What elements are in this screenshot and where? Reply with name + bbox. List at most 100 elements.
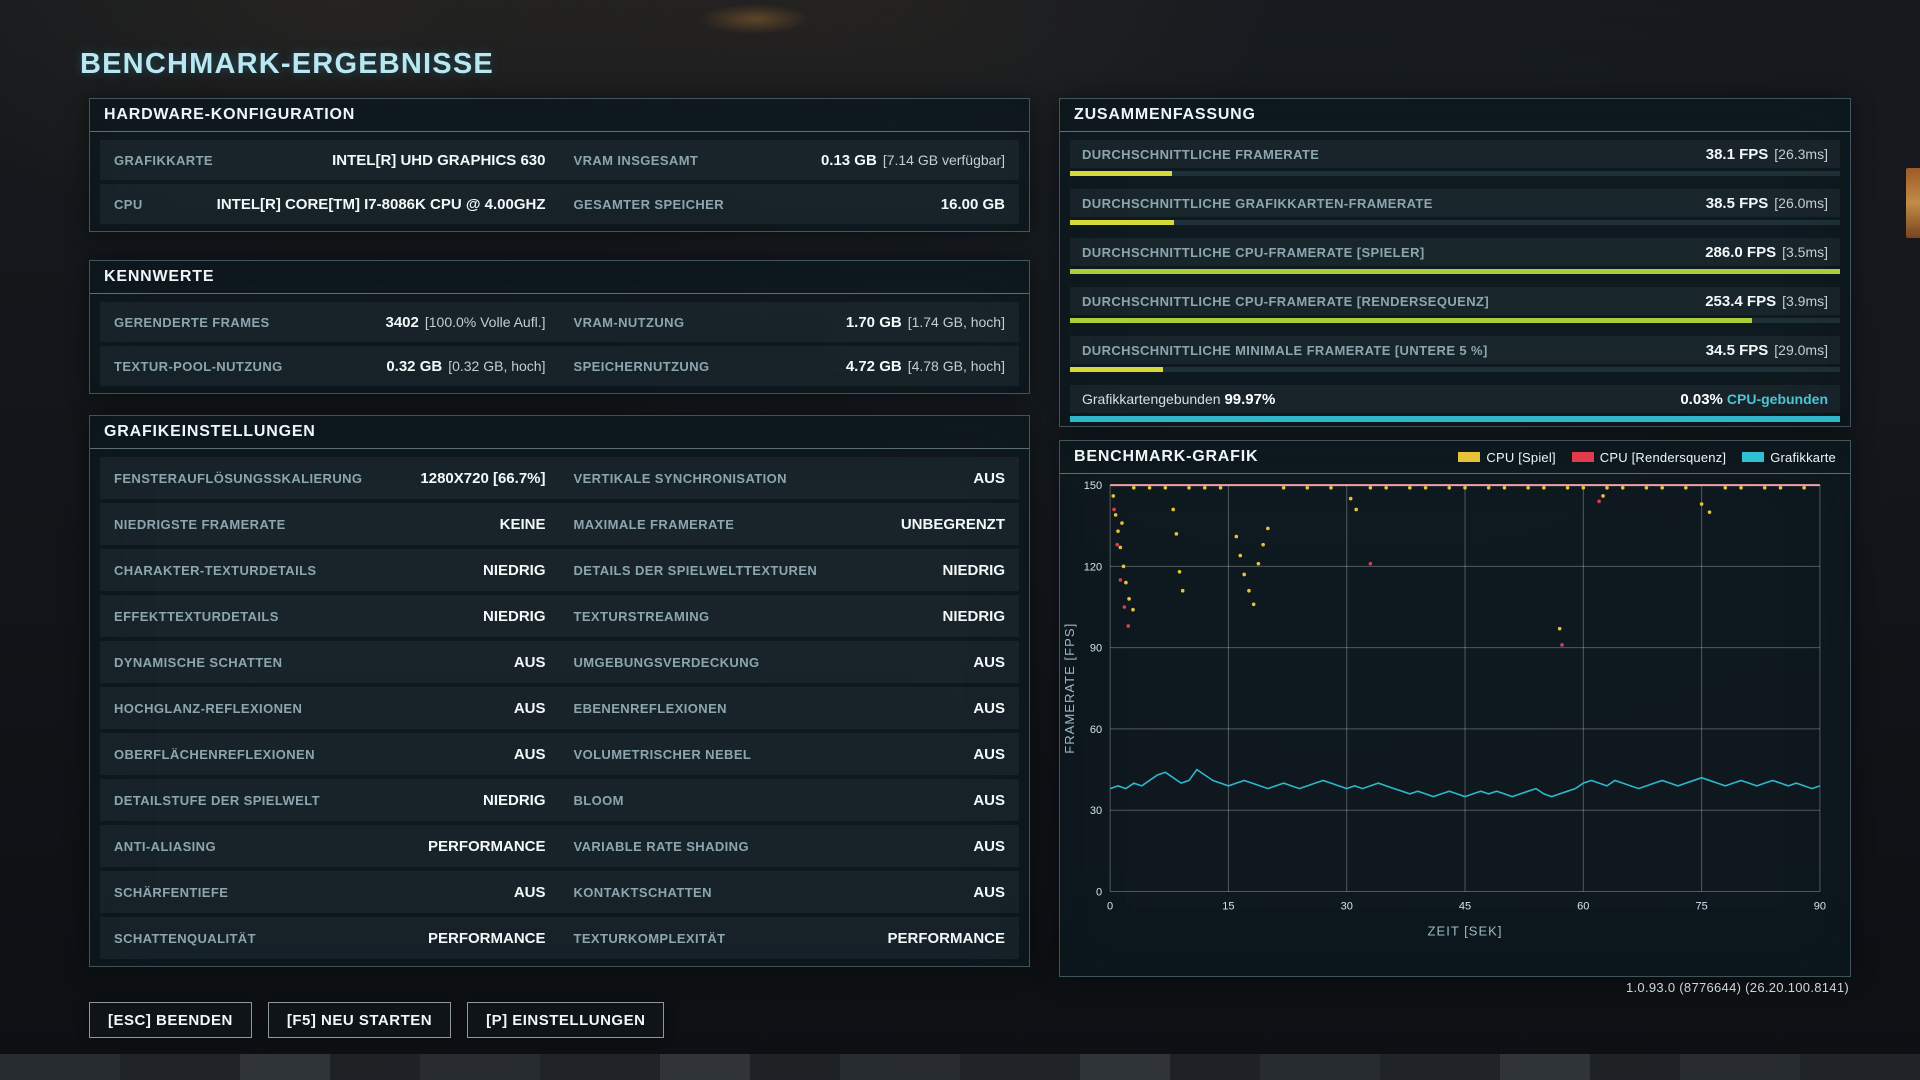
summary-bar-track bbox=[1070, 269, 1840, 274]
settings-row: FENSTERAUFLÖSUNGSSKALIERUNG 1280X720 [66.… bbox=[100, 457, 1019, 499]
setting-value: 1280X720 [66.7%] bbox=[420, 470, 545, 487]
svg-text:30: 30 bbox=[1341, 901, 1353, 913]
metrics-value-note: [100.0% Volle Aufl.] bbox=[425, 314, 546, 330]
metrics-label: GERENDERTE FRAMES bbox=[114, 315, 270, 330]
metrics-value-group: 1.70 GB[1.74 GB, hoch] bbox=[846, 314, 1005, 331]
gpu-bound-label: Grafikkartengebunden 99.97% bbox=[1082, 391, 1275, 408]
settings-panel-header: GRAFIKEINSTELLUNGEN bbox=[90, 416, 1029, 449]
bound-bar-track bbox=[1070, 416, 1840, 422]
summary-value-group: 34.5 FPS[29.0ms] bbox=[1706, 342, 1828, 359]
metrics-label: SPEICHERNUTZUNG bbox=[574, 359, 710, 374]
svg-text:FRAMERATE [FPS]: FRAMERATE [FPS] bbox=[1062, 623, 1077, 754]
settings-panel-body: FENSTERAUFLÖSUNGSSKALIERUNG 1280X720 [66.… bbox=[90, 449, 1029, 967]
summary-item: DURCHSCHNITTLICHE CPU-FRAMERATE [RENDERS… bbox=[1070, 287, 1840, 323]
cpu-bound-value: 0.03% bbox=[1680, 391, 1723, 408]
hardware-row: GRAFIKKARTE INTEL[R] UHD GRAPHICS 630 VR… bbox=[100, 140, 1019, 180]
setting-label: BLOOM bbox=[574, 793, 624, 808]
settings-row: SCHATTENQUALITÄTPERFORMANCE TEXTURKOMPLE… bbox=[100, 917, 1019, 959]
svg-text:90: 90 bbox=[1090, 643, 1102, 655]
metrics-value-group: 4.72 GB[4.78 GB, hoch] bbox=[846, 358, 1005, 375]
metrics-panel: KENNWERTE GERENDERTE FRAMES 3402[100.0% … bbox=[89, 260, 1030, 394]
graph-panel-header: BENCHMARK-GRAFIK CPU [Spiel] CPU [Render… bbox=[1060, 441, 1850, 474]
setting-value: AUS bbox=[973, 838, 1005, 855]
hardware-label: VRAM INSGESAMT bbox=[574, 153, 699, 168]
setting-value: UNBEGRENZT bbox=[901, 516, 1005, 533]
setting-label: TEXTURKOMPLEXITÄT bbox=[574, 931, 726, 946]
metrics-label: VRAM-NUTZUNG bbox=[574, 315, 685, 330]
metrics-value-note: [1.74 GB, hoch] bbox=[908, 314, 1005, 330]
metrics-value-note: [0.32 GB, hoch] bbox=[448, 358, 545, 374]
metrics-panel-body: GERENDERTE FRAMES 3402[100.0% Volle Aufl… bbox=[90, 294, 1029, 394]
summary-value: 38.1 FPS bbox=[1706, 146, 1769, 163]
summary-item: DURCHSCHNITTLICHE GRAFIKKARTEN-FRAMERATE… bbox=[1070, 189, 1840, 225]
setting-label: CHARAKTER-TEXTURDETAILS bbox=[114, 563, 317, 578]
legend-swatch-gpu bbox=[1742, 452, 1764, 462]
svg-text:90: 90 bbox=[1814, 901, 1826, 913]
legend-label-cpu-render: CPU [Rendersquenz] bbox=[1600, 450, 1726, 465]
summary-item: DURCHSCHNITTLICHE FRAMERATE 38.1 FPS [26.… bbox=[1070, 140, 1840, 176]
setting-label: VARIABLE RATE SHADING bbox=[574, 839, 749, 854]
footer-buttons: [ESC] BEENDEN [F5] NEU STARTEN [P] EINST… bbox=[89, 1002, 664, 1038]
benchmark-chart: 01530456075900306090120150ZEIT [SEK]FRAM… bbox=[1060, 473, 1850, 976]
summary-label: DURCHSCHNITTLICHE FRAMERATE bbox=[1082, 147, 1319, 162]
hardware-cell: VRAM INSGESAMT 0.13 GB[7.14 GB verfügbar… bbox=[560, 152, 1020, 169]
setting-label: OBERFLÄCHENREFLEXIONEN bbox=[114, 747, 315, 762]
metrics-panel-title: KENNWERTE bbox=[104, 268, 214, 286]
settings-row: NIEDRIGSTE FRAMERATEKEINE MAXIMALE FRAME… bbox=[100, 503, 1019, 545]
page-title: BENCHMARK-ERGEBNISSE bbox=[80, 48, 494, 81]
summary-value-note: [26.0ms] bbox=[1774, 195, 1828, 211]
summary-value-note: [26.3ms] bbox=[1774, 146, 1828, 162]
setting-label: DYNAMISCHE SCHATTEN bbox=[114, 655, 282, 670]
summary-value-group: 286.0 FPS[3.5ms] bbox=[1705, 244, 1828, 261]
metrics-cell: TEXTUR-POOL-NUTZUNG 0.32 GB[0.32 GB, hoc… bbox=[100, 358, 560, 375]
cpu-bound-label: 0.03%CPU-gebunden bbox=[1680, 391, 1828, 408]
hardware-value: 0.13 GB bbox=[821, 152, 877, 169]
legend-item-gpu: Grafikkarte bbox=[1742, 450, 1836, 465]
setting-value: AUS bbox=[514, 746, 546, 763]
legend-label-gpu: Grafikkarte bbox=[1770, 450, 1836, 465]
setting-label: UMGEBUNGSVERDECKUNG bbox=[574, 655, 760, 670]
setting-label: VERTIKALE SYNCHRONISATION bbox=[574, 471, 787, 486]
setting-value: NIEDRIG bbox=[483, 792, 546, 809]
hardware-panel-header: HARDWARE-KONFIGURATION bbox=[90, 99, 1029, 132]
setting-value: KEINE bbox=[500, 516, 546, 533]
summary-panel-title: ZUSAMMENFASSUNG bbox=[1074, 106, 1256, 124]
setting-value: PERFORMANCE bbox=[428, 838, 546, 855]
hardware-value-group: 0.13 GB[7.14 GB verfügbar] bbox=[821, 152, 1005, 169]
svg-text:75: 75 bbox=[1695, 901, 1707, 913]
settings-row: ANTI-ALIASINGPERFORMANCE VARIABLE RATE S… bbox=[100, 825, 1019, 867]
metrics-row: TEXTUR-POOL-NUTZUNG 0.32 GB[0.32 GB, hoc… bbox=[100, 346, 1019, 386]
setting-label: FENSTERAUFLÖSUNGSSKALIERUNG bbox=[114, 471, 362, 486]
setting-label: TEXTURSTREAMING bbox=[574, 609, 710, 624]
hardware-label: GESAMTER SPEICHER bbox=[574, 197, 725, 212]
settings-panel-title: GRAFIKEINSTELLUNGEN bbox=[104, 423, 316, 441]
setting-value: PERFORMANCE bbox=[887, 930, 1005, 947]
settings-button[interactable]: [P] EINSTELLUNGEN bbox=[467, 1002, 664, 1038]
hardware-panel: HARDWARE-KONFIGURATION GRAFIKKARTE INTEL… bbox=[89, 98, 1030, 232]
setting-value: AUS bbox=[973, 746, 1005, 763]
benchmark-results-screen: BENCHMARK-ERGEBNISSE HARDWARE-KONFIGURAT… bbox=[0, 0, 1920, 1080]
metrics-value: 4.72 GB bbox=[846, 358, 902, 375]
graph-panel-title: BENCHMARK-GRAFIK bbox=[1074, 448, 1258, 466]
setting-value: NIEDRIG bbox=[942, 608, 1005, 625]
svg-text:ZEIT [SEK]: ZEIT [SEK] bbox=[1428, 924, 1503, 939]
metrics-value-group: 0.32 GB [0.32 GB, hoch] bbox=[386, 358, 545, 375]
setting-label: NIEDRIGSTE FRAMERATE bbox=[114, 517, 286, 532]
version-text: 1.0.93.0 (8776644) (26.20.100.8141) bbox=[1626, 980, 1849, 995]
setting-label: HOCHGLANZ-REFLEXIONEN bbox=[114, 701, 302, 716]
restart-button[interactable]: [F5] NEU STARTEN bbox=[268, 1002, 451, 1038]
setting-value: PERFORMANCE bbox=[428, 930, 546, 947]
background-glow bbox=[700, 4, 810, 34]
summary-bar-fill bbox=[1070, 269, 1840, 274]
summary-bar-fill bbox=[1070, 367, 1163, 372]
svg-text:120: 120 bbox=[1084, 561, 1102, 573]
background-floor-strip bbox=[0, 1054, 1920, 1080]
summary-bar-track bbox=[1070, 220, 1840, 225]
hardware-cell: GRAFIKKARTE INTEL[R] UHD GRAPHICS 630 bbox=[100, 152, 560, 169]
settings-row: HOCHGLANZ-REFLEXIONENAUS EBENENREFLEXION… bbox=[100, 687, 1019, 729]
metrics-value: 0.32 GB bbox=[386, 358, 442, 375]
quit-button[interactable]: [ESC] BEENDEN bbox=[89, 1002, 252, 1038]
summary-label: DURCHSCHNITTLICHE CPU-FRAMERATE [SPIELER… bbox=[1082, 245, 1425, 260]
svg-text:0: 0 bbox=[1107, 901, 1113, 913]
summary-bar-fill bbox=[1070, 171, 1172, 176]
